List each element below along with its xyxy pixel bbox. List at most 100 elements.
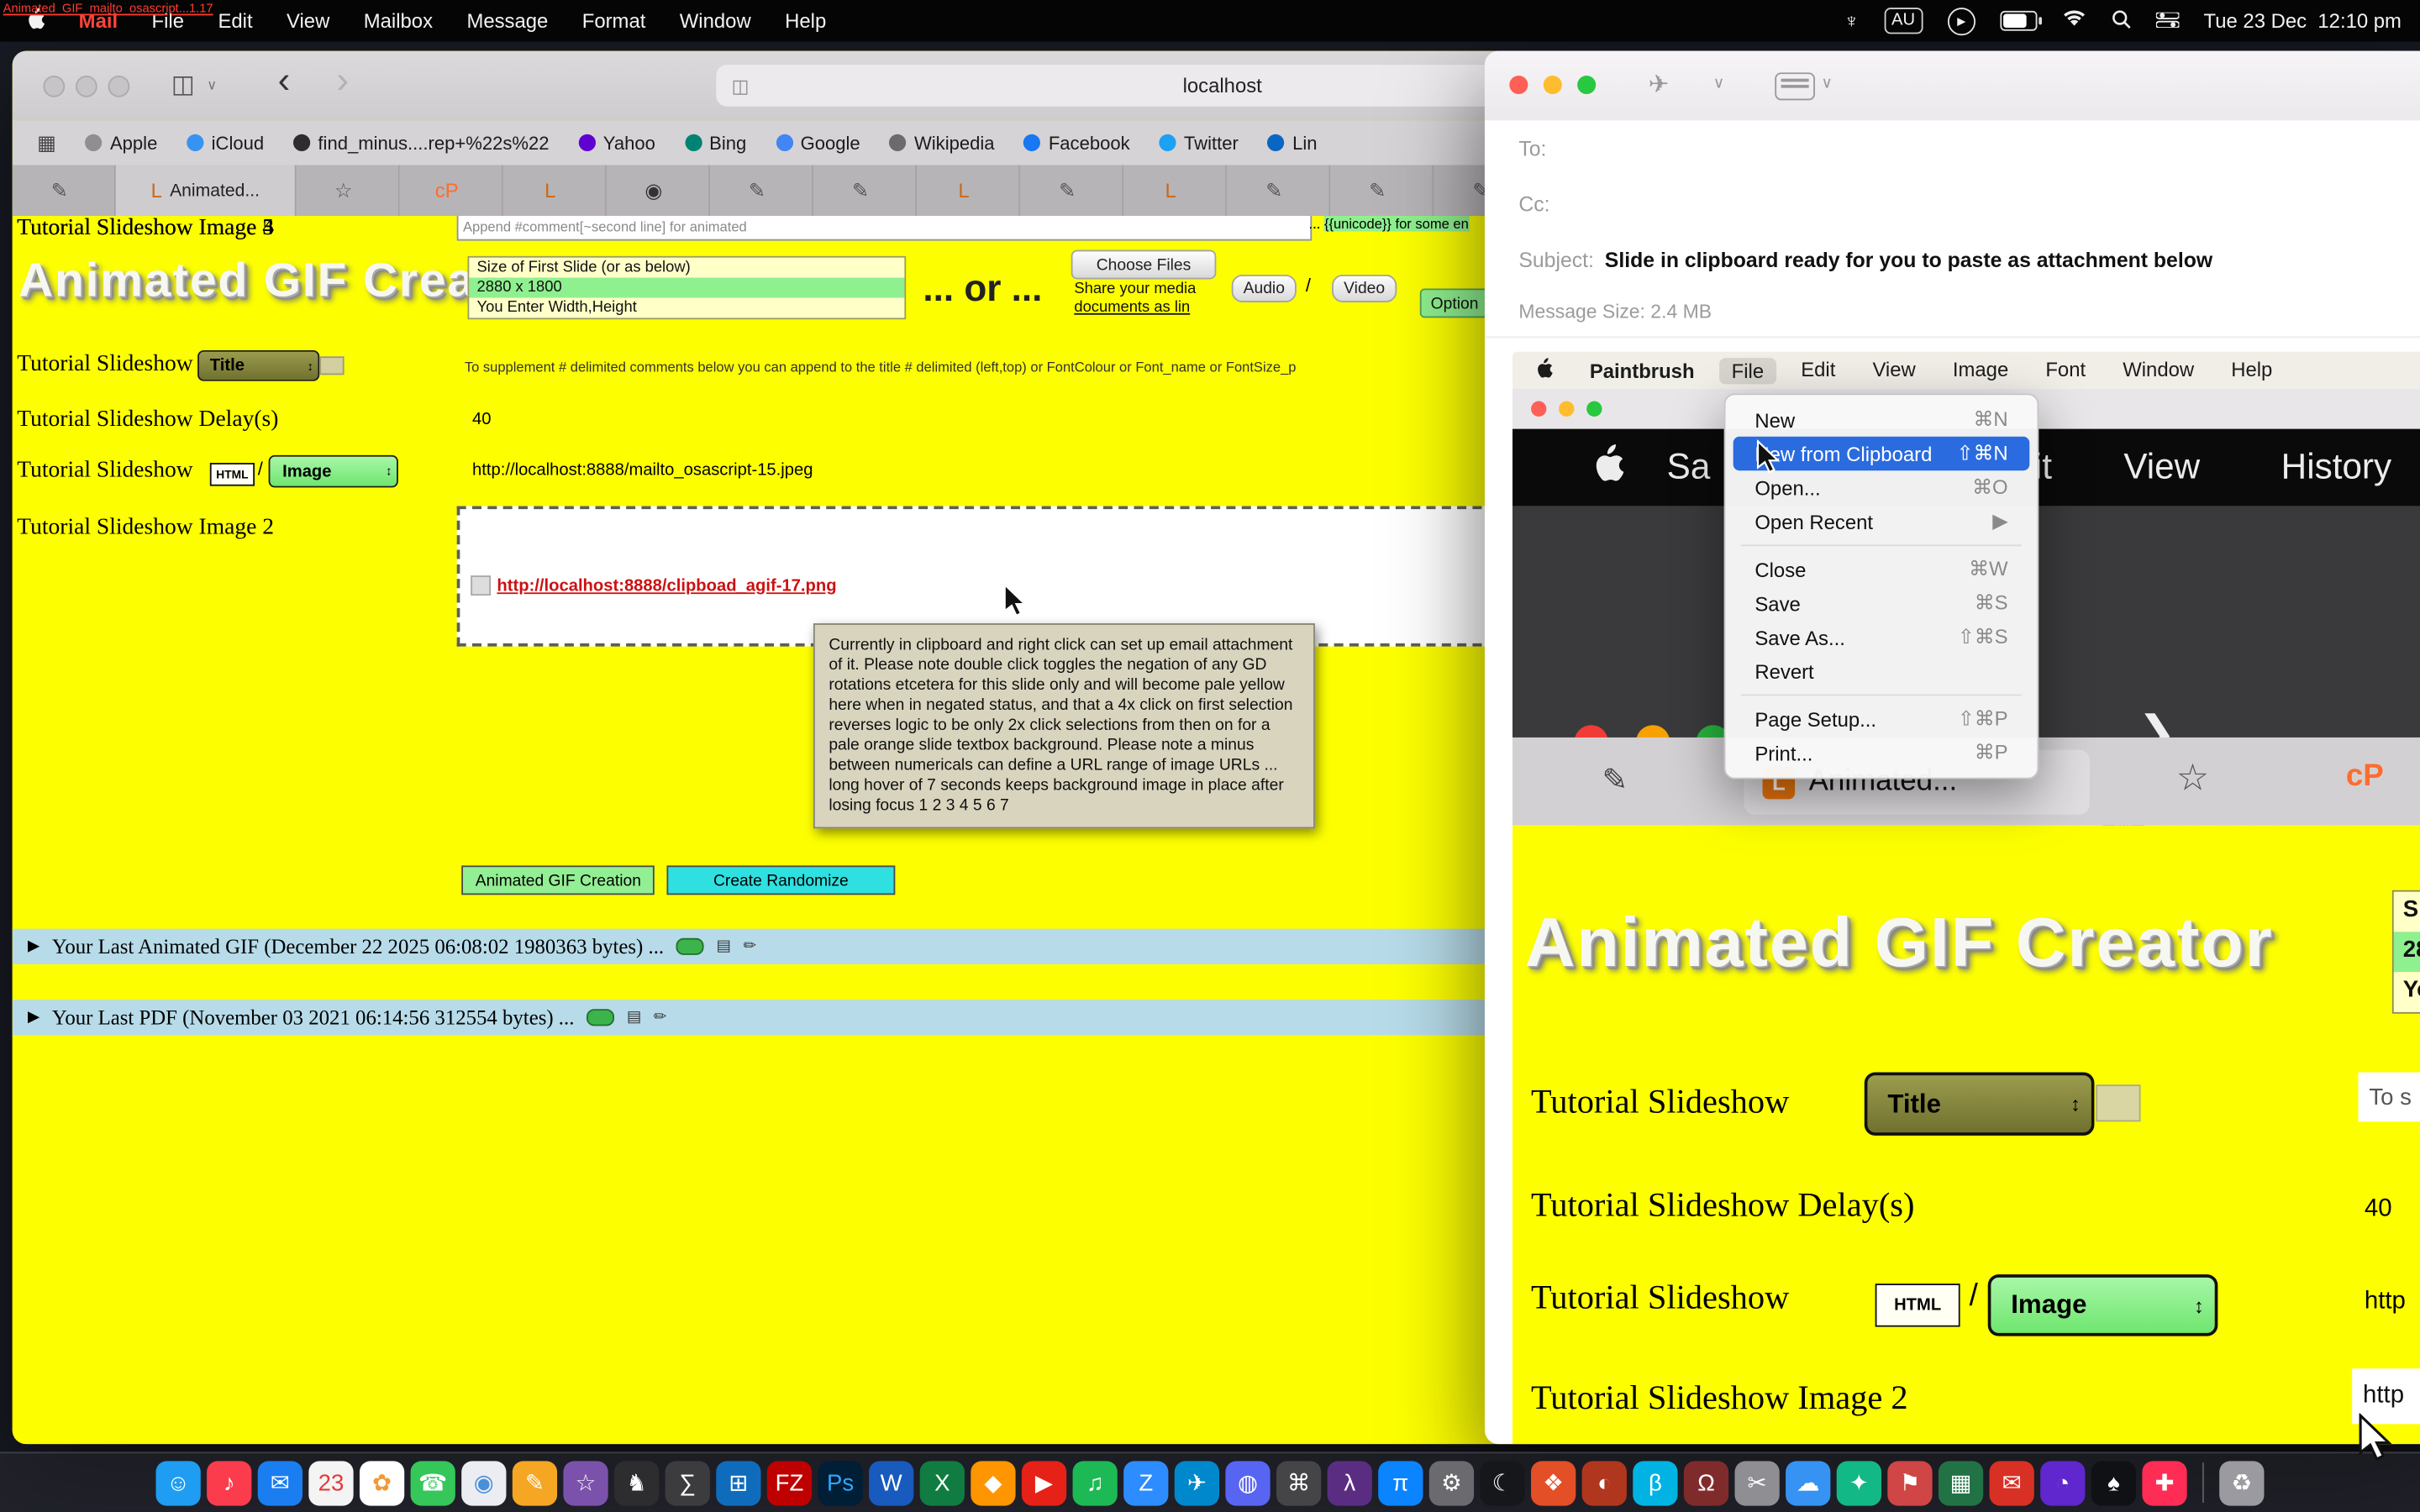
grid-mini-icon[interactable]: ▤ <box>717 938 731 955</box>
dock-app-icon[interactable]: ◉ <box>461 1460 506 1504</box>
subject-field[interactable]: Subject: Slide in clipboard ready for yo… <box>1485 232 2420 289</box>
title-color-swatch[interactable] <box>319 356 344 375</box>
dock-app-icon[interactable]: ❖ <box>1531 1460 1576 1504</box>
dock-app-icon[interactable]: ⌘ <box>1276 1460 1321 1504</box>
dock-app-icon[interactable]: X <box>920 1460 965 1504</box>
menu-item[interactable]: Message <box>466 9 548 33</box>
back-button[interactable]: ‹ <box>278 60 291 103</box>
dock-app-icon[interactable]: W <box>869 1460 913 1504</box>
dock-app-icon[interactable]: ◔ <box>2040 1460 2085 1504</box>
dock-app-icon[interactable]: ◐ <box>1582 1460 1627 1504</box>
grid-mini-icon[interactable]: ▤ <box>627 1009 641 1026</box>
bookmark-item[interactable]: Google <box>776 132 860 154</box>
paintbrush-menu-item[interactable]: File <box>1719 357 1776 383</box>
cc-field[interactable]: Cc: <box>1485 176 2420 233</box>
browser-tab[interactable]: L <box>917 165 1020 217</box>
dock-app-icon[interactable]: ⊞ <box>716 1460 760 1504</box>
browser-tab[interactable]: ◉ <box>607 165 710 217</box>
dock-app-icon[interactable]: β <box>1633 1460 1677 1504</box>
dock-app-icon[interactable]: ⚑ <box>1887 1460 1932 1504</box>
file-menu-item[interactable] <box>1741 695 2022 696</box>
dock-app-icon[interactable]: π <box>1378 1460 1423 1504</box>
menu-item[interactable]: Window <box>680 9 751 33</box>
disclosure-triangle-icon[interactable]: ▶ <box>28 938 39 955</box>
paintbrush-menu-item[interactable]: Help <box>2231 357 2272 383</box>
file-menu-item[interactable] <box>1741 544 2022 546</box>
menubar-clock[interactable]: Tue 23 Dec 12:10 pm <box>2204 9 2402 33</box>
dock-app-icon[interactable]: λ <box>1328 1460 1372 1504</box>
menu-item[interactable]: Mailbox <box>364 9 433 33</box>
forward-button[interactable]: › <box>336 60 349 103</box>
create-randomize-button[interactable]: Create Randomize <box>666 865 895 895</box>
dock-app-icon[interactable]: ✉ <box>258 1460 302 1504</box>
paintbrush-menu-item[interactable]: View <box>1872 357 1915 383</box>
file-menu-item[interactable]: Close ⌘W <box>1733 553 2030 586</box>
delay-value[interactable]: 40 <box>472 411 491 429</box>
dock-app-icon[interactable]: 23 <box>308 1460 353 1504</box>
bookmark-item[interactable]: Wikipedia <box>890 132 995 154</box>
input-source-indicator[interactable]: AU <box>1884 8 1923 34</box>
choose-files-button[interactable]: Choose Files <box>1071 250 1217 280</box>
append-row-input[interactable]: Append #comment[~second line] for animat… <box>457 216 1313 240</box>
paintbrush-app-name[interactable]: Paintbrush <box>1590 359 1695 382</box>
zoom-button[interactable] <box>108 76 130 97</box>
browser-tab[interactable]: ✎ <box>813 165 917 217</box>
browser-tab[interactable]: ✎ <box>1020 165 1123 217</box>
dock-app-icon[interactable]: ♫ <box>1073 1460 1118 1504</box>
dock-app-icon[interactable]: ☆ <box>563 1460 608 1504</box>
trash-icon[interactable]: ♻ <box>2219 1460 2264 1504</box>
dock-app-icon[interactable]: ⚙ <box>1429 1460 1474 1504</box>
close-button[interactable] <box>1509 76 1528 94</box>
send-options-chevron-icon[interactable]: ∨ <box>1713 76 1724 92</box>
file-menu-item[interactable]: Open Recent ▶ <box>1733 505 2030 538</box>
paintbrush-menu-item[interactable]: Image <box>1953 357 2008 383</box>
play-icon[interactable]: ▶ <box>1948 7 1975 34</box>
animated-gif-creation-button[interactable]: Animated GIF Creation <box>461 865 655 895</box>
slideshow1-url[interactable]: http://localhost:8888/mailto_osascript-1… <box>472 461 813 480</box>
dock-app-icon[interactable]: ♠ <box>2091 1460 2136 1504</box>
browser-tab[interactable]: ✎ <box>13 165 116 217</box>
dock-app-icon[interactable]: ✦ <box>1837 1460 1881 1504</box>
browser-tab[interactable]: L <box>1123 165 1227 217</box>
battery-icon[interactable] <box>2000 11 2037 31</box>
file-menu-item[interactable]: Print... ⌘P <box>1733 736 2030 769</box>
dock-app-icon[interactable]: ☎ <box>411 1460 455 1504</box>
close-button[interactable] <box>1531 402 1546 417</box>
image2-url-link[interactable]: http://localhost:8888/clipboad_agif-17.p… <box>497 576 836 595</box>
file-menu-item[interactable]: Page Setup... ⇧⌘P <box>1733 702 2030 736</box>
docker-icon[interactable]: ♆ <box>1844 9 1860 33</box>
dock-app-icon[interactable]: ▶ <box>1022 1460 1066 1504</box>
size-box-dimensions[interactable]: 2880 x 1800 <box>469 278 904 298</box>
dock-app-icon[interactable]: ✎ <box>513 1460 557 1504</box>
browser-tab[interactable]: cP <box>400 165 503 217</box>
minimize-button[interactable] <box>1559 402 1574 417</box>
audio-button[interactable]: Audio <box>1232 275 1297 302</box>
file-menu-item[interactable]: New ⌘N <box>1733 402 2030 436</box>
file-menu-item[interactable]: Save As... ⇧⌘S <box>1733 620 2030 654</box>
dock-app-icon[interactable]: ☁ <box>1786 1460 1830 1504</box>
minimize-button[interactable] <box>76 76 97 97</box>
bookmark-item[interactable]: iCloud <box>187 132 264 154</box>
paintbrush-menu-item[interactable]: Font <box>2045 357 2086 383</box>
dock-app-icon[interactable]: ✂ <box>1734 1460 1779 1504</box>
dock-app-icon[interactable]: ☺ <box>156 1460 201 1504</box>
browser-tab[interactable]: ✎ <box>710 165 813 217</box>
pencil-mini-icon[interactable]: ✏ <box>654 1009 666 1026</box>
title-select[interactable]: Title↕ <box>197 350 319 381</box>
dock-app-icon[interactable]: Ps <box>818 1460 862 1504</box>
paintbrush-menu-item[interactable]: Window <box>2123 357 2194 383</box>
file-menu-item[interactable]: Revert <box>1733 654 2030 688</box>
apple-menu-icon[interactable] <box>1534 357 1553 383</box>
paintbrush-menu-item[interactable]: Edit <box>1801 357 1835 383</box>
pencil-mini-icon[interactable]: ✏ <box>744 938 756 955</box>
dock-app-icon[interactable]: ♪ <box>207 1460 251 1504</box>
format-chevron-icon[interactable]: ∨ <box>1821 76 1832 92</box>
close-button[interactable] <box>43 76 65 97</box>
send-icon[interactable]: ✈ <box>1649 70 1670 101</box>
bookmark-item[interactable]: find_minus....rep+%22s%22 <box>293 132 549 154</box>
green-pill-icon[interactable] <box>676 938 704 955</box>
dock-app-icon[interactable]: ☾ <box>1480 1460 1524 1504</box>
menu-item[interactable]: Edit <box>218 9 252 33</box>
menu-item[interactable]: Help <box>785 9 826 33</box>
browser-tab[interactable]: ✎ <box>1227 165 1330 217</box>
